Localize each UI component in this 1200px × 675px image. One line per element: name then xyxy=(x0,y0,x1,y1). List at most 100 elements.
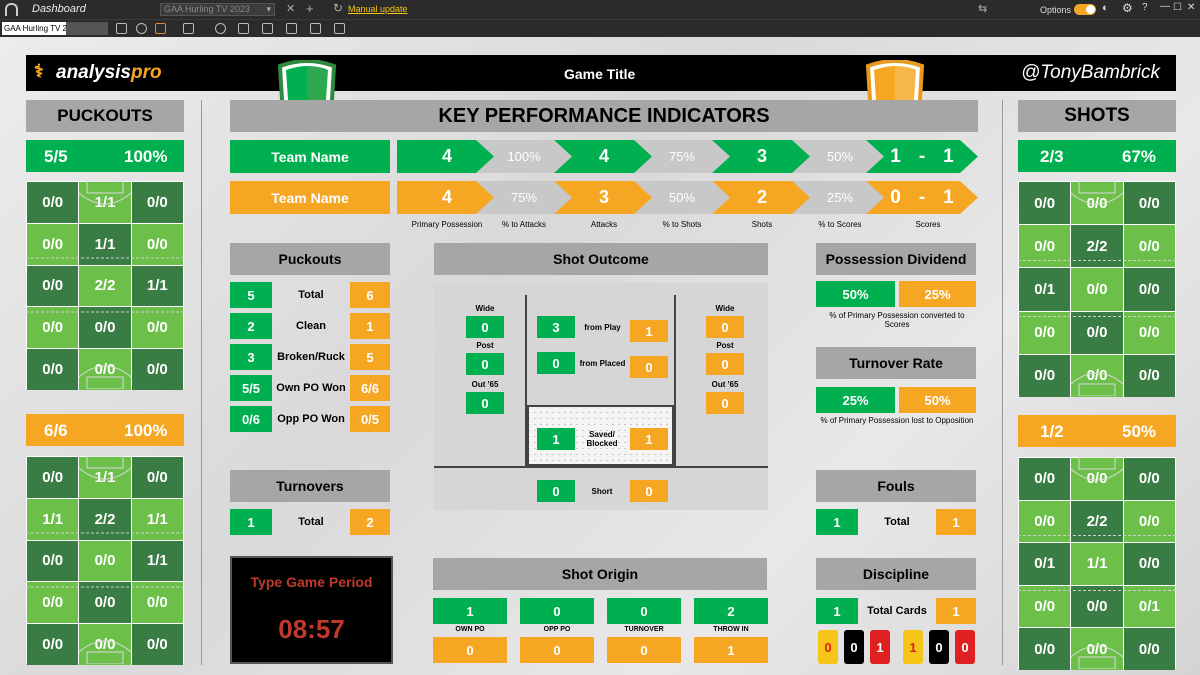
shot-origin-3-team2: 1 xyxy=(694,637,768,663)
puckouts-team1-zone-4-0: 0/0 xyxy=(27,349,79,390)
puckouts-row-1-label: Clean xyxy=(296,320,326,332)
source-select[interactable]: GAA Hurling TV 2 xyxy=(2,22,66,35)
shot-outcome-left-post: 0 xyxy=(466,353,504,375)
shots-team1-zone-3-1: 0/0 xyxy=(1071,311,1123,354)
shots-team1-summary: 2/3 67% xyxy=(1018,140,1176,172)
kpi-label-6: Scores xyxy=(915,220,941,229)
puckouts-team1-pct: 100% xyxy=(124,147,168,166)
kpi-team2-score-a: 0 xyxy=(890,186,901,208)
discipline-card-1: 0 xyxy=(844,630,864,664)
shot-outcome-saved-team2: 1 xyxy=(630,428,668,450)
puckouts-team2-zone-2-2: 1/1 xyxy=(131,540,183,582)
discipline-title: Discipline xyxy=(816,558,976,590)
kpi-team1-score-b: 1 xyxy=(943,145,954,167)
shots-team1-zone-3-2: 0/0 xyxy=(1123,311,1175,354)
possession-dividend-title: Possession Dividend xyxy=(816,243,976,275)
puckouts-team2-zone-4-0: 0/0 xyxy=(27,624,79,665)
fouls-team1-value: 1 xyxy=(816,509,858,535)
help-icon[interactable]: ? xyxy=(1142,2,1148,13)
shot-outcome-from_play-label: from Play xyxy=(584,322,621,332)
shots-team2-zone-1-0: 0/0 xyxy=(1019,500,1071,543)
shots-team2-ratio: 1/2 xyxy=(1040,422,1064,441)
shot-outcome-from_placed-team1: 0 xyxy=(537,352,575,374)
shot-origin-title: Shot Origin xyxy=(433,558,767,590)
shots-team2-zone-0-0: 0/0 xyxy=(1019,458,1071,500)
frame-icon[interactable] xyxy=(262,23,273,34)
shots-team1-zone-1-1: 2/2 xyxy=(1071,225,1123,268)
source-select-extension xyxy=(66,22,108,35)
puckouts-team2-zone-3-2: 0/0 xyxy=(131,582,183,624)
shots-team2-zone-2-1: 1/1 xyxy=(1071,543,1123,585)
puckouts-team2-ratio: 6/6 xyxy=(44,421,68,440)
puckouts-row-1-team2: 1 xyxy=(350,313,390,339)
sync-icon[interactable] xyxy=(136,23,147,34)
shots-team2-zone-2-0: 0/1 xyxy=(1019,543,1071,585)
puckouts-team2-zone-0-2: 0/0 xyxy=(131,457,183,498)
grid-icon[interactable] xyxy=(116,23,127,34)
shots-team1-zone-1-2: 0/0 xyxy=(1123,225,1175,268)
puckouts-team1-zone-0-0: 0/0 xyxy=(27,182,79,223)
shot-outcome-right-wide: 0 xyxy=(706,316,744,338)
puckouts-title: Puckouts xyxy=(230,243,390,275)
puckouts-row-0-team2: 6 xyxy=(350,282,390,308)
options-label: Options xyxy=(1040,5,1072,15)
shot-origin-1-label: OPP PO xyxy=(543,626,571,633)
toolbar: GAA Hurling TV 2 xyxy=(0,19,1200,37)
caduceus-icon: ⚕ xyxy=(34,61,44,81)
table-icon[interactable] xyxy=(238,23,249,34)
close-doc-icon[interactable]: ✕ xyxy=(286,2,295,15)
game-clock: Type Game Period 08:57 xyxy=(230,556,393,664)
layout-icon[interactable]: ⇆ xyxy=(978,2,987,15)
shots-team1-pct: 67% xyxy=(1122,147,1157,166)
shot-outcome-from_placed-label: from Placed xyxy=(579,358,626,368)
turnovers-team1-value: 1 xyxy=(230,509,272,535)
window-close-icon[interactable]: ✕ xyxy=(1187,2,1195,13)
document-select-value: GAA Hurling TV 2023 xyxy=(164,4,250,14)
shots-team1-zone-0-2: 0/0 xyxy=(1123,182,1175,225)
puckouts-row-3-label: Own PO Won xyxy=(276,382,346,394)
shot-outcome-right-out65: 0 xyxy=(706,392,744,414)
theme-icon[interactable]: ◐ xyxy=(1102,2,1109,14)
gear-icon[interactable]: ⚙ xyxy=(1122,1,1133,15)
refresh-icon[interactable]: ↻ xyxy=(333,1,343,15)
game-period: Type Game Period xyxy=(250,574,373,590)
puckouts-row-1-team1: 2 xyxy=(230,313,272,339)
dashboard-header: ⚕ analysispro Game Title @TonyBambrick xyxy=(26,55,1176,91)
fouls-label: Total xyxy=(884,516,910,528)
puckouts-team2-zone-2-0: 0/0 xyxy=(27,540,79,582)
puckouts-team2-zone-4-1: 0/0 xyxy=(79,624,131,665)
discipline-card-0: 0 xyxy=(818,630,838,664)
discipline-label: Total Cards xyxy=(867,605,927,617)
toggle-knob xyxy=(1086,5,1095,14)
shot-origin-1-team2: 0 xyxy=(520,637,594,663)
goalpost-right xyxy=(674,295,676,467)
puckouts-team1-zone-2-1: 2/2 xyxy=(79,265,131,307)
maximize-icon[interactable]: ☐ xyxy=(1173,2,1182,13)
media-icon[interactable] xyxy=(310,23,321,34)
text-icon[interactable] xyxy=(286,23,297,34)
shots-team2-zone-4-2: 0/0 xyxy=(1123,628,1175,670)
kpi-team2-score-b: 1 xyxy=(943,186,954,208)
discipline-card-3: 1 xyxy=(903,630,923,664)
shots-team1-zone-0-0: 0/0 xyxy=(1019,182,1071,225)
app-logo-icon xyxy=(5,3,18,16)
kpi-team2-name: Team Name xyxy=(230,181,390,214)
minimize-icon[interactable]: — xyxy=(1160,1,1170,12)
clock-icon[interactable] xyxy=(215,23,226,34)
image-icon[interactable] xyxy=(334,23,345,34)
shot-outcome-right-wide-label: Wide xyxy=(715,304,735,313)
puckouts-team2-pct: 100% xyxy=(124,421,168,440)
shots-team1-zone-2-1: 0/0 xyxy=(1071,268,1123,311)
puckouts-team1-zone-3-0: 0/0 xyxy=(27,307,79,349)
shot-outcome-saved-team1: 1 xyxy=(537,428,575,450)
shot-origin-0-team2: 0 xyxy=(433,637,507,663)
trash-icon[interactable] xyxy=(155,23,166,34)
puckouts-team2-zone-3-0: 0/0 xyxy=(27,582,79,624)
puckouts-team1-zone-1-2: 0/0 xyxy=(131,223,183,265)
export-icon[interactable] xyxy=(183,23,194,34)
manual-update-link[interactable]: Manual update xyxy=(348,4,408,14)
options-toggle[interactable] xyxy=(1074,4,1096,15)
document-select[interactable]: GAA Hurling TV 2023 ▾ xyxy=(160,3,275,16)
puckouts-team1-zone-4-1: 0/0 xyxy=(79,349,131,390)
add-doc-icon[interactable]: + xyxy=(306,1,314,16)
